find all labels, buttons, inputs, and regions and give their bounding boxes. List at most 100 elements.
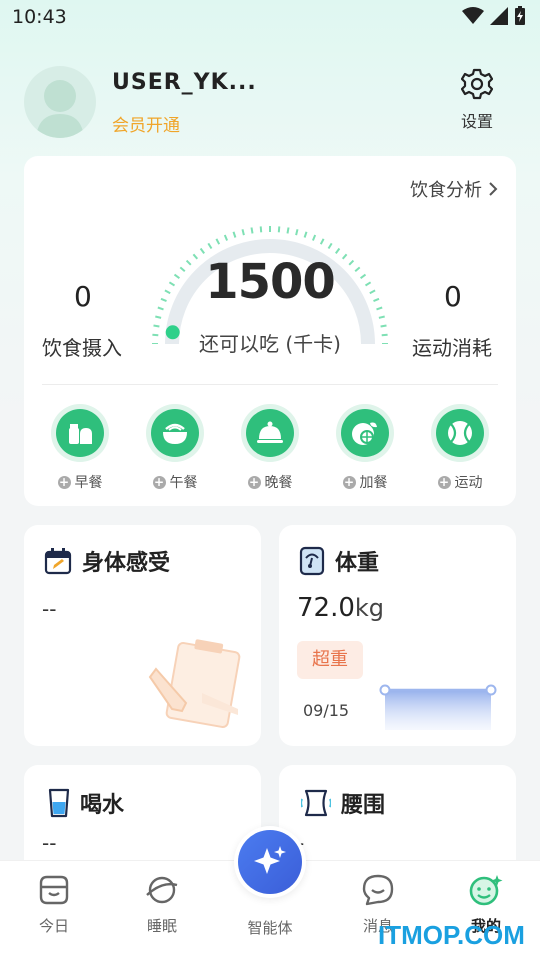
avatar-silhouette-icon [36,80,84,138]
water-label: 喝水 [80,793,125,818]
diet-card: 饮食分析 1500 还可以吃 (千卡) 0 饮食摄入 0 运动消耗 + 早餐 + 午… [24,156,516,506]
gauge-tick [207,242,213,250]
gauge-tick [311,234,317,241]
gauge-tick [286,227,290,234]
meal-icon-ring [241,404,299,462]
gauge-tick [232,231,237,238]
weight-label: 体重 [335,551,380,576]
meal-icon-ring [51,404,109,462]
meal-exercise[interactable]: + 运动 [414,404,506,492]
status-time: 10:43 [12,6,67,28]
watermark: ITMOP.COM [378,920,525,950]
signal-icon [490,7,508,25]
meal-label-row: + 早餐 [57,472,103,492]
weight-card[interactable]: 体重 72.0kg 超重 09/15 [279,525,516,746]
body-feel-value: -- [42,597,57,621]
avatar[interactable] [24,66,96,138]
gauge-tick [241,229,245,236]
meal-label: 加餐 [359,475,388,491]
nav-label: 智能体 [247,919,293,937]
meal-dinner[interactable]: + 晚餐 [224,404,316,492]
gauge-tick [259,226,263,233]
nav-label: 今日 [38,917,69,935]
weight-status-badge: 超重 [297,641,363,679]
scale-icon [299,546,325,576]
meal-lunch[interactable]: + 午餐 [129,404,221,492]
diet-analysis-link[interactable]: 饮食分析 [410,176,498,202]
meal-label: 早餐 [74,475,103,491]
battery-icon [515,6,525,25]
weight-trend-chart [379,684,497,730]
meal-icon-disc [56,409,104,457]
plus-icon: + [247,474,261,489]
gauge-tick [250,227,254,234]
plus-icon: + [342,474,356,489]
gauge-tick [319,238,325,245]
divider [42,384,498,385]
meal-label-row: + 运动 [437,472,483,492]
meal-label: 午餐 [169,475,198,491]
nav-ai-agent[interactable]: 智能体 [230,913,310,938]
body-feel-card[interactable]: 身体感受 -- [24,525,261,746]
gear-icon [460,68,494,100]
meal-label-row: + 加餐 [342,472,388,492]
waist-label: 腰围 [341,793,386,818]
gauge-tick [303,231,308,238]
clipboard-illustration-icon [148,639,241,729]
meal-icon-ring [336,404,394,462]
gauge-tick [295,229,299,236]
sleep-icon [146,876,178,904]
meal-snack[interactable]: + 加餐 [319,404,411,492]
dinner-icon [257,421,283,443]
burn-label: 运动消耗 [412,336,492,360]
weight-reading: 72.0kg [297,593,384,623]
nav-today[interactable]: 今日 [14,873,94,936]
sparkle-icon [254,846,286,874]
nav-sleep[interactable]: 睡眠 [122,873,202,936]
message-icon [362,874,394,906]
ai-agent-button[interactable] [234,826,306,898]
nav-label: 睡眠 [146,917,177,935]
waist-icon [301,789,331,817]
plus-icon: + [152,474,166,489]
remaining-calories: 1500 [205,254,336,310]
gauge-tick [334,247,341,254]
plus-icon: + [437,474,451,489]
meal-label: 晚餐 [264,475,293,491]
exercise-icon [448,421,472,445]
wifi-icon [462,7,484,24]
meal-icon-disc [436,409,484,457]
meal-breakfast[interactable]: + 早餐 [34,404,126,492]
settings-button[interactable]: 设置 [452,68,502,132]
username: USER_YK... [112,70,257,95]
body-feel-title: 身体感受 [44,545,170,577]
meal-icon-disc [151,409,199,457]
profile-icon [469,875,503,906]
settings-label: 设置 [460,112,493,131]
member-link[interactable]: 会员开通 [112,111,180,136]
water-title: 喝水 [48,787,124,819]
meal-icon-disc [341,409,389,457]
body-feel-label: 身体感受 [82,551,171,576]
snack-icon [352,422,377,445]
meal-icon-ring [146,404,204,462]
intake-label: 饮食摄入 [42,336,122,360]
gauge-tick [153,324,160,328]
water-value: -- [42,831,57,855]
plus-icon: + [57,474,71,489]
gauge-tick [155,315,162,319]
meal-icon-ring [431,404,489,462]
calendar-note-icon [44,548,72,575]
weight-date: 09/15 [303,701,350,720]
trend-point [485,684,497,696]
ai-agent-disc [238,830,302,894]
burn-value: 0 [444,280,462,313]
gauge-tick [378,315,385,319]
meal-icon-disc [246,409,294,457]
weight-title: 体重 [299,545,379,577]
water-glass-icon [48,788,70,818]
weight-unit: kg [354,594,385,622]
chevron-right-icon [489,182,498,196]
waist-title: 腰围 [301,787,385,819]
trend-point [379,684,391,696]
